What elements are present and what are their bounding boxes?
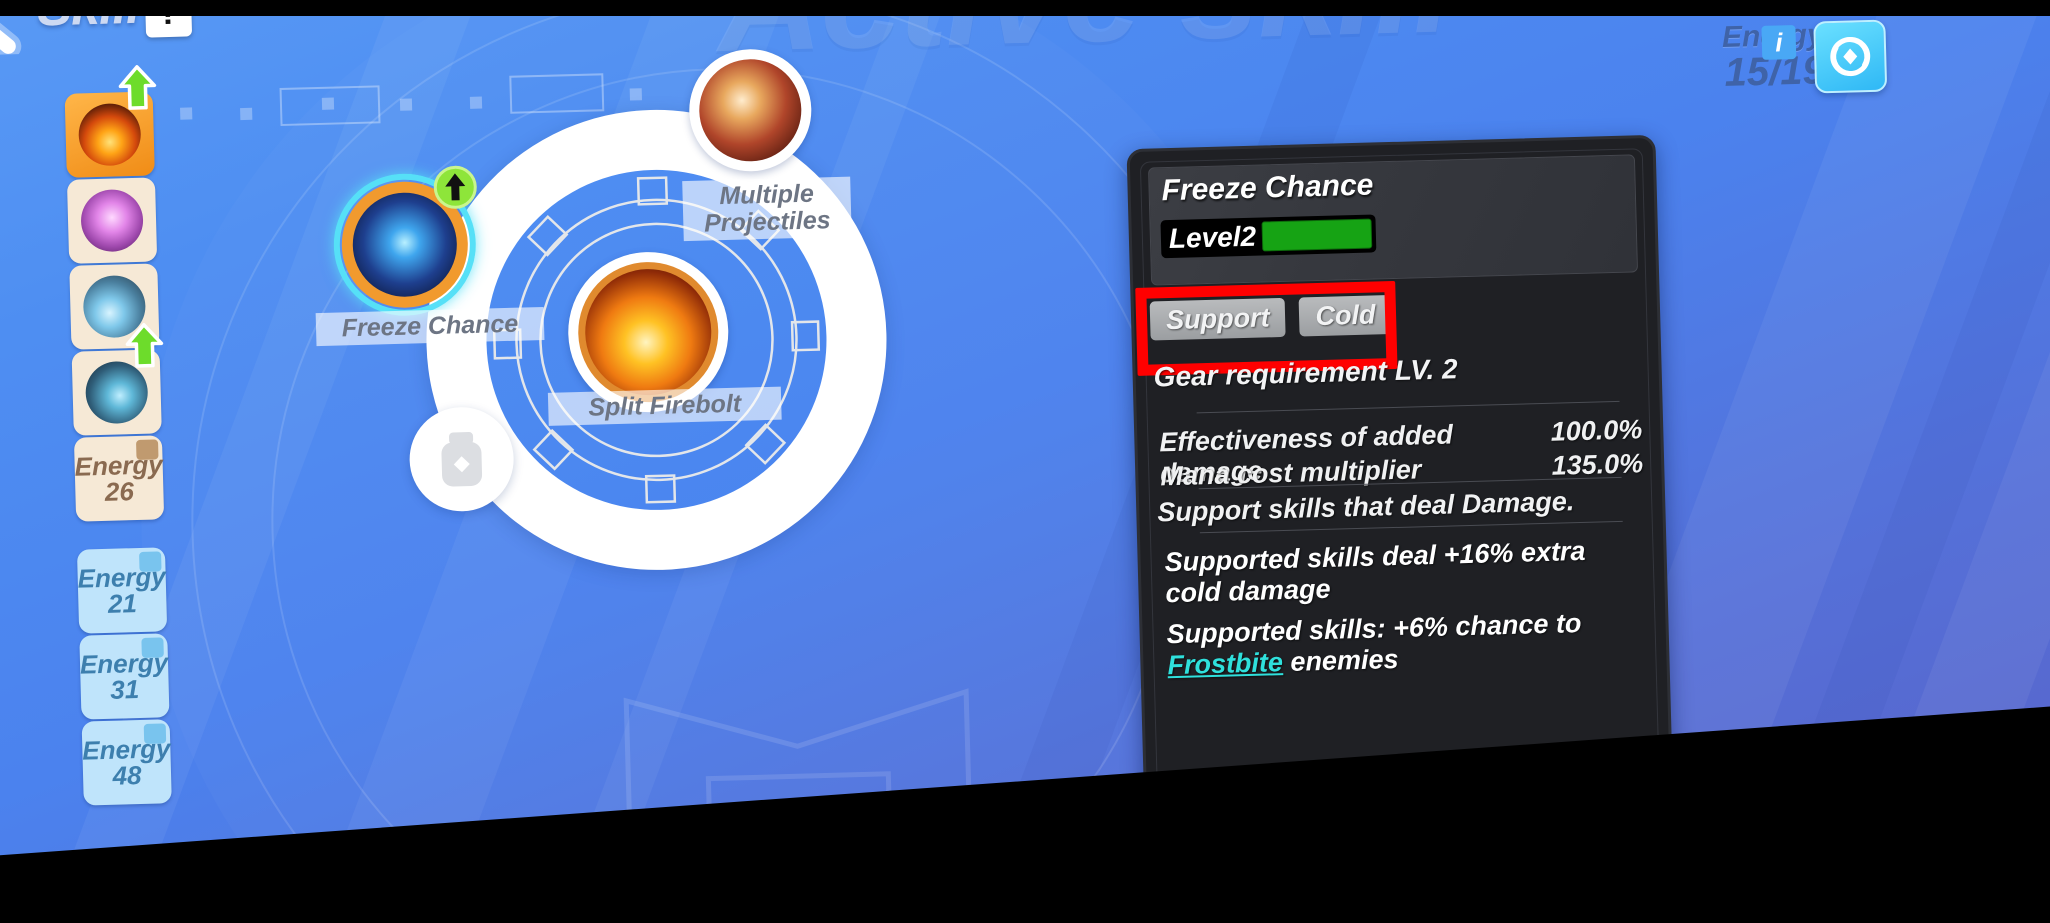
sidebar-item-arcane-skill-slot[interactable]	[66, 177, 158, 264]
panel-effect-line: Supported skills deal +16% extra cold da…	[1164, 534, 1647, 610]
sidebar-energy-value: 48	[112, 760, 142, 791]
arcane-orb-icon	[80, 188, 144, 253]
upgrade-arrow-icon	[433, 165, 477, 209]
energy-meter: Energy 15/19	[1673, 18, 1826, 97]
sidebar-item-ice-skill-slot[interactable]	[71, 323, 164, 436]
panel-skill-header: Freeze Chance Level2	[1147, 154, 1639, 286]
energy-meter-value: 15/19	[1723, 48, 1826, 95]
panel-effect-line: Supported skills: +6% chance to Frostbit…	[1166, 606, 1649, 682]
ice-spike-orb-icon	[84, 360, 149, 425]
empty-gem-socket-icon	[441, 432, 483, 487]
top-letterbox	[0, 0, 2050, 16]
energy-info-icon[interactable]: i	[1761, 25, 1797, 60]
sidebar-item-fire-skill-slot[interactable]	[64, 65, 157, 178]
effect-text: enemies	[1282, 644, 1399, 678]
node-label-multiple-projectiles: Multiple Projectiles	[682, 176, 852, 242]
panel-level-badge: Level2	[1160, 214, 1377, 259]
tag-cold[interactable]: Cold	[1299, 295, 1393, 337]
keyword-frostbite-link[interactable]: Frostbite	[1167, 647, 1283, 680]
node-freeze-chance[interactable]	[331, 165, 478, 318]
sidebar-energy-value: 31	[109, 674, 140, 705]
sidebar-energy-value: 26	[104, 476, 135, 507]
node-label-split-firebolt: Split Firebolt	[547, 386, 782, 426]
effect-text: Supported skills deal +16% extra cold da…	[1164, 535, 1586, 609]
sidebar-energy-slot[interactable]: Energy 31	[79, 633, 170, 720]
panel-tags-row: Support Cold	[1149, 295, 1393, 341]
panel-level-bar	[1261, 218, 1373, 252]
panel-level-label: Level2	[1168, 220, 1257, 255]
sidebar-energy-value: 21	[107, 588, 138, 619]
node-label-freeze-chance: Freeze Chance	[315, 306, 545, 347]
skill-tree: Multiple Projectiles Freeze Chance Split…	[315, 47, 1398, 897]
slot-corner-badge	[143, 723, 167, 744]
tag-support[interactable]: Support	[1149, 297, 1287, 341]
fire-orb-icon	[77, 102, 142, 167]
sidebar-energy-slot[interactable]: Energy 48	[81, 719, 172, 806]
reset-orb-button[interactable]	[1813, 19, 1888, 94]
reset-orb-icon	[1830, 37, 1871, 77]
slot-corner-badge	[135, 439, 159, 461]
tilted-canvas: Active skill Skill ? Energy 15/19 i	[0, 0, 2050, 923]
frost-wave-orb-icon	[82, 274, 147, 339]
slot-corner-badge	[139, 551, 162, 572]
sidebar-item-frost-skill-slot[interactable]	[69, 263, 160, 350]
sidebar-energy-slot[interactable]: Energy 26	[73, 435, 165, 522]
sidebar-energy-slot[interactable]: Energy 21	[76, 547, 168, 634]
slot-corner-badge	[141, 637, 164, 658]
panel-skill-name: Freeze Chance	[1161, 168, 1374, 208]
skill-sidebar: Energy 26 Energy 21 Energy 31 Energy 48	[64, 65, 176, 807]
game-screen: Active skill Skill ? Energy 15/19 i	[0, 0, 2050, 923]
